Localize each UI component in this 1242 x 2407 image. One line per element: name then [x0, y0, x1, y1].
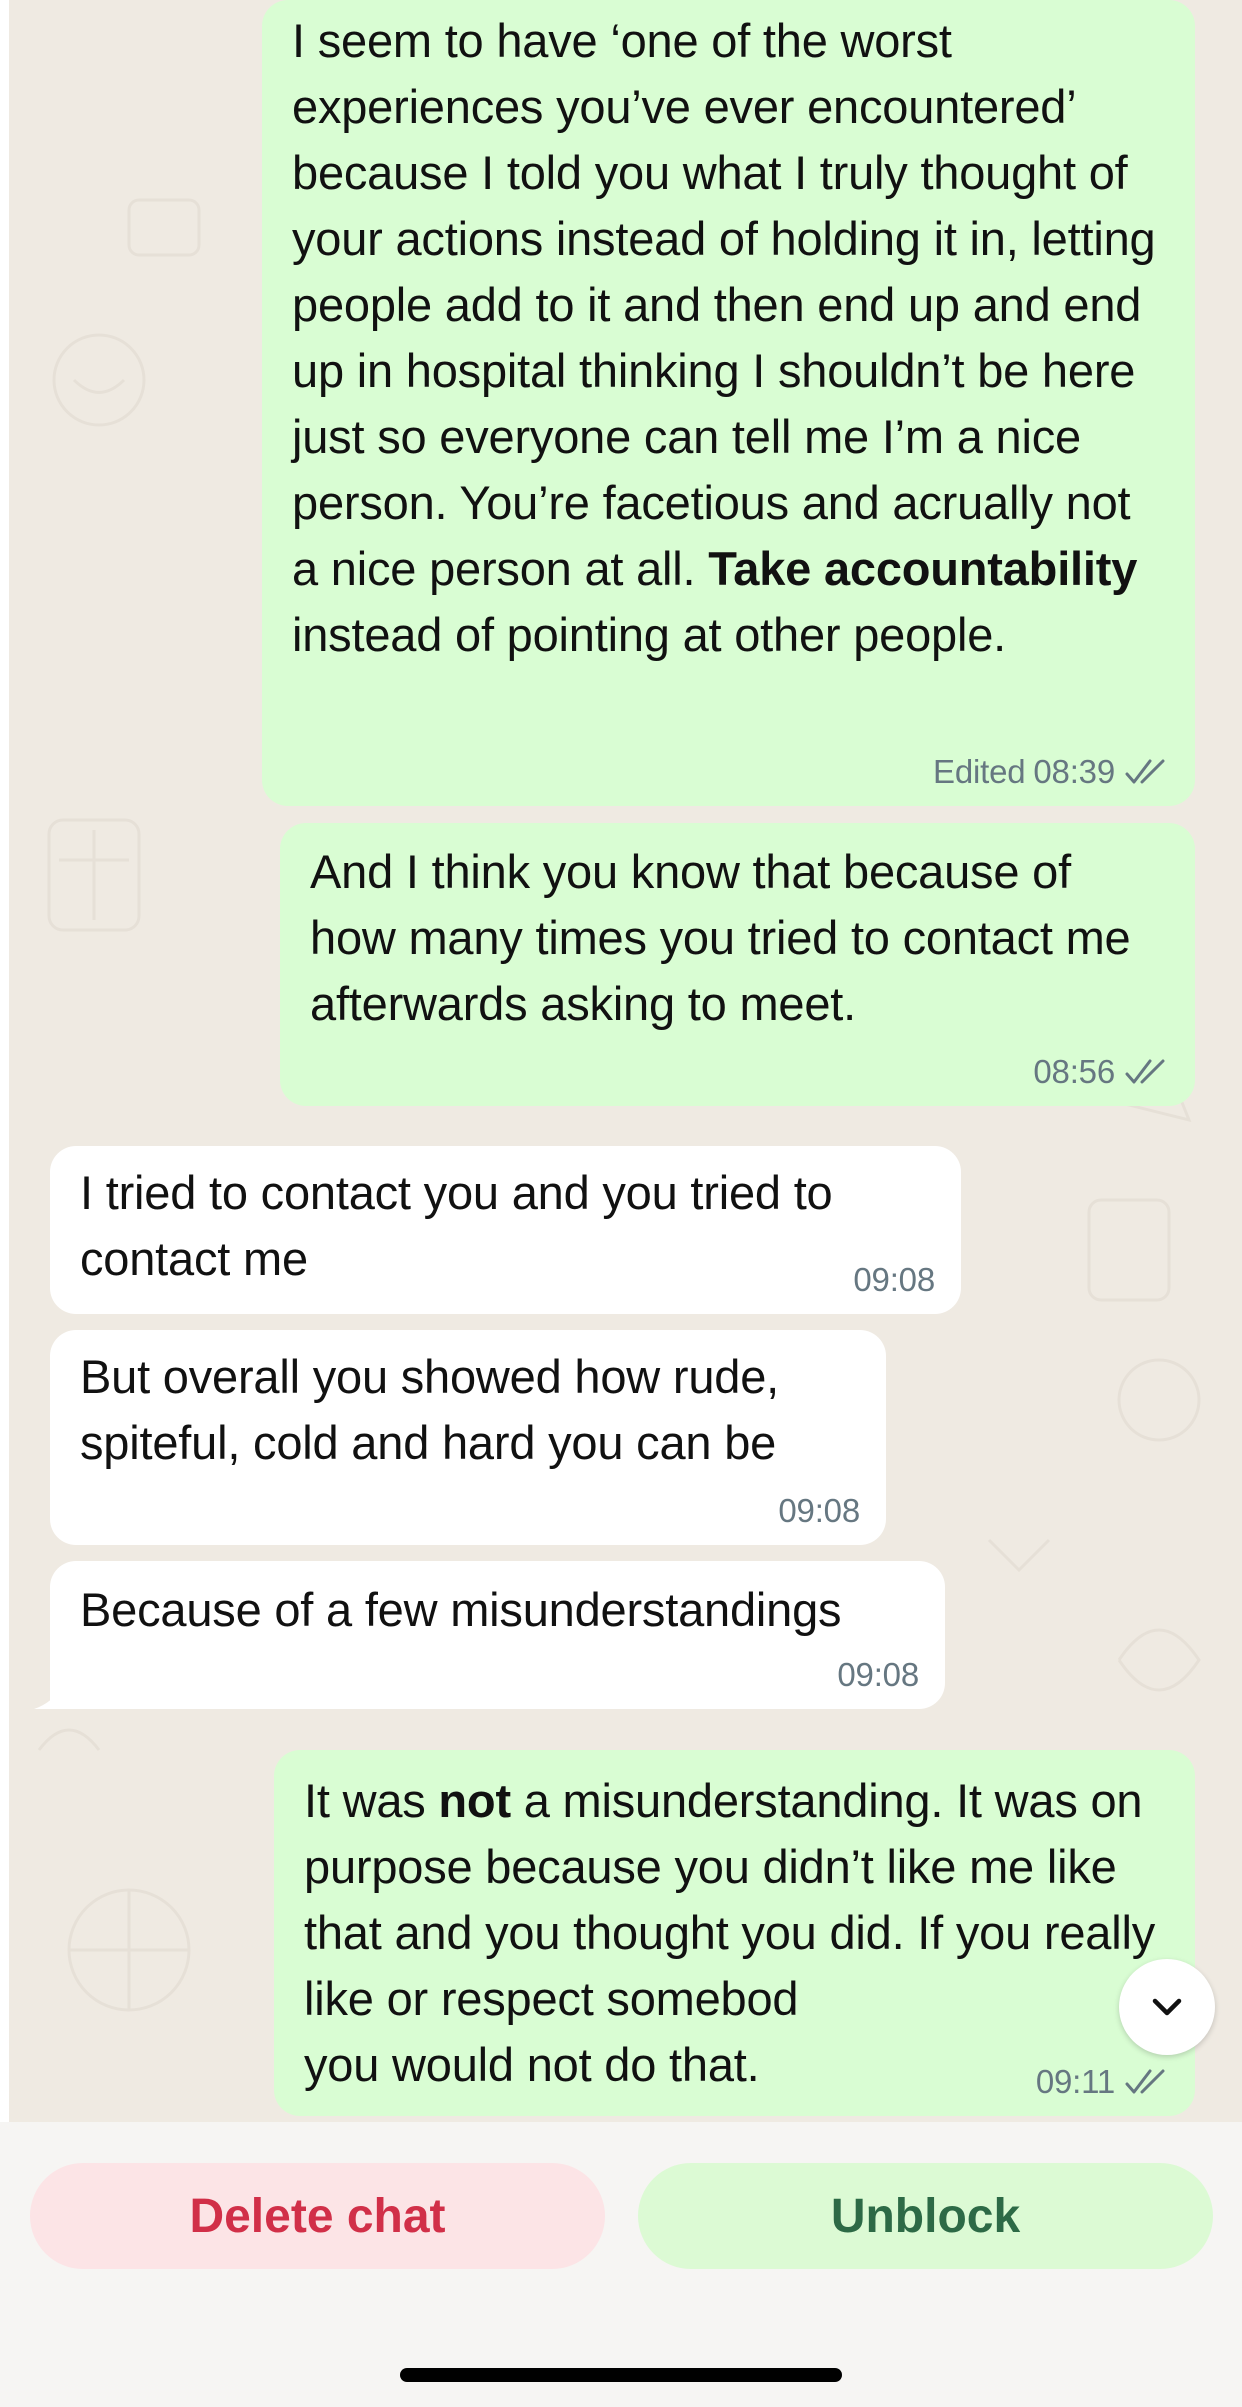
- message-time: 09:08: [837, 1656, 919, 1693]
- delete-chat-button[interactable]: Delete chat: [30, 2163, 605, 2269]
- message-time: 09:08: [853, 1261, 935, 1298]
- message-bubble-outgoing[interactable]: It was not a misunderstanding. It was on…: [274, 1750, 1195, 2116]
- message-meta: 09:08: [837, 1655, 919, 1695]
- message-text: But overall you showed how rude, spitefu…: [80, 1350, 780, 1469]
- unblock-button[interactable]: Unblock: [638, 2163, 1213, 2269]
- double-check-icon: [1125, 2069, 1165, 2094]
- chevron-down-icon: [1152, 1998, 1182, 2016]
- message-time: 08:56: [1033, 1053, 1115, 1090]
- message-bubble-outgoing[interactable]: And I think you know that because of how…: [280, 823, 1195, 1106]
- message-text: It was not a misunderstanding. It was on…: [304, 1774, 1156, 2091]
- screen-edge: [0, 0, 9, 2122]
- chat-area[interactable]: I seem to have ‘one of the worst experie…: [9, 0, 1242, 2122]
- message-time: 08:39: [1033, 753, 1115, 790]
- home-indicator[interactable]: [400, 2368, 842, 2382]
- message-text: And I think you know that because of how…: [310, 845, 1131, 1030]
- scroll-to-bottom-button[interactable]: [1119, 1959, 1215, 2055]
- double-check-icon: [1125, 1059, 1165, 1084]
- message-time: 09:08: [778, 1492, 860, 1529]
- edited-label: Edited: [933, 753, 1026, 790]
- message-bubble-outgoing[interactable]: I seem to have ‘one of the worst experie…: [262, 0, 1195, 806]
- message-bubble-incoming[interactable]: But overall you showed how rude, spitefu…: [50, 1330, 886, 1545]
- message-text: I tried to contact you and you tried to …: [80, 1166, 833, 1285]
- message-meta: Edited 08:39: [933, 752, 1169, 792]
- message-meta: 08:56: [1033, 1052, 1169, 1092]
- bubble-tail: [34, 1685, 64, 1709]
- message-meta: 09:08: [853, 1260, 935, 1300]
- chat-screen: I seem to have ‘one of the worst experie…: [0, 0, 1242, 2407]
- message-meta: 09:11: [1036, 2062, 1169, 2102]
- message-text: I seem to have ‘one of the worst experie…: [292, 14, 1156, 661]
- message-bubble-incoming[interactable]: I tried to contact you and you tried to …: [50, 1146, 961, 1314]
- message-text: Because of a few misunderstandings: [80, 1583, 842, 1636]
- message-time: 09:11: [1035, 2063, 1115, 2100]
- double-check-icon: [1125, 759, 1165, 784]
- message-meta: 09:08: [778, 1491, 860, 1531]
- message-bubble-incoming[interactable]: Because of a few misunderstandings 09:08: [50, 1561, 945, 1709]
